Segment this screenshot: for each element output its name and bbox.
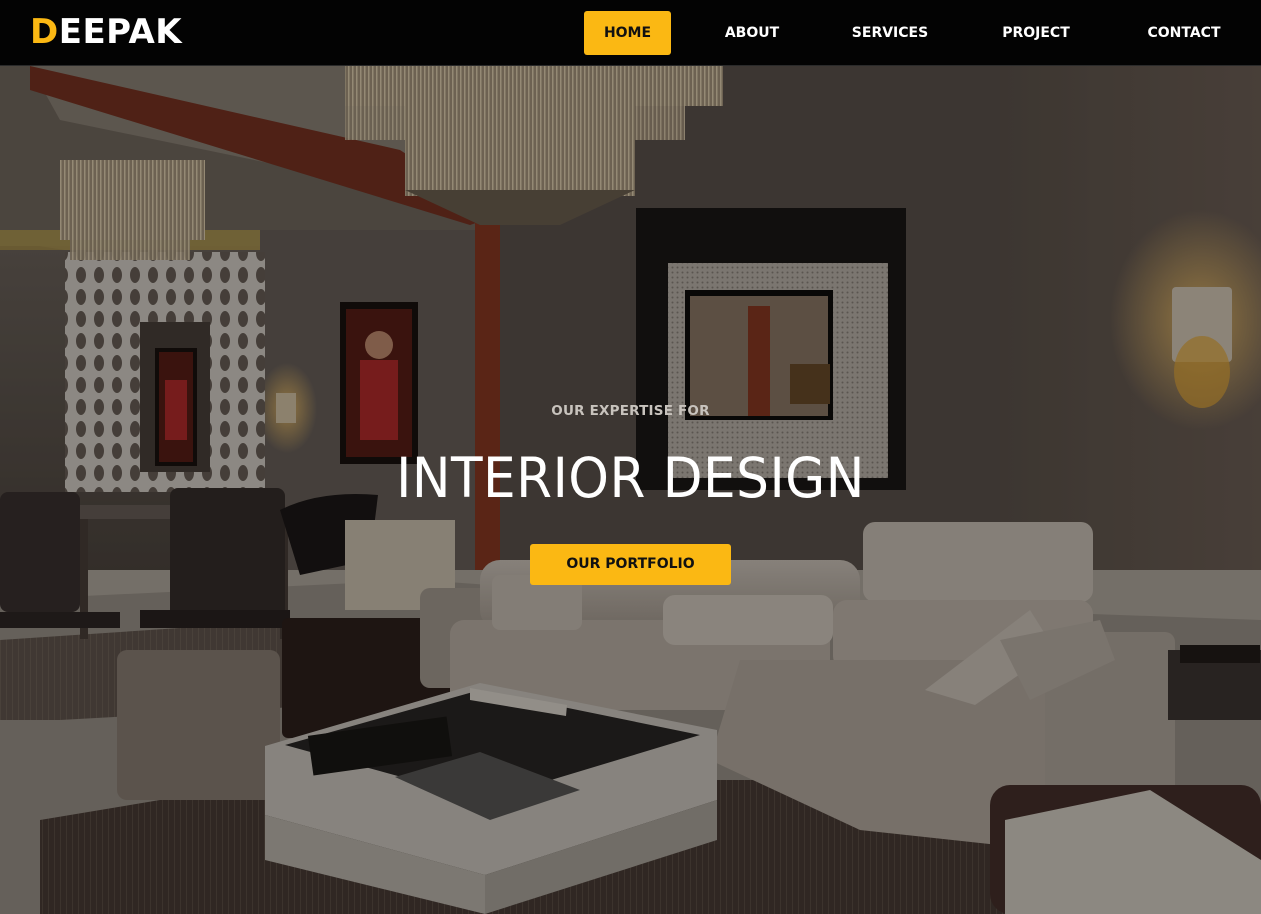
nav-item-services[interactable]: SERVICES (838, 11, 942, 55)
top-navbar: DEEPAK HOME ABOUT SERVICES PROJECT CONTA… (0, 0, 1261, 66)
brand-logo[interactable]: DEEPAK (30, 10, 182, 54)
hero-section: OUR EXPERTISE FOR INTERIOR DESIGN OUR PO… (0, 66, 1261, 914)
our-portfolio-button[interactable]: OUR PORTFOLIO (530, 544, 731, 585)
nav-item-about[interactable]: ABOUT (709, 11, 795, 55)
brand-logo-rest: EEPAK (58, 12, 183, 52)
nav-item-project[interactable]: PROJECT (985, 11, 1087, 55)
brand-logo-accent-letter: D (30, 12, 59, 52)
hero-title: INTERIOR DESIGN (396, 446, 865, 510)
hero-subtitle: OUR EXPERTISE FOR (551, 403, 710, 419)
nav-item-contact[interactable]: CONTACT (1130, 11, 1238, 55)
nav-item-home[interactable]: HOME (584, 11, 671, 55)
